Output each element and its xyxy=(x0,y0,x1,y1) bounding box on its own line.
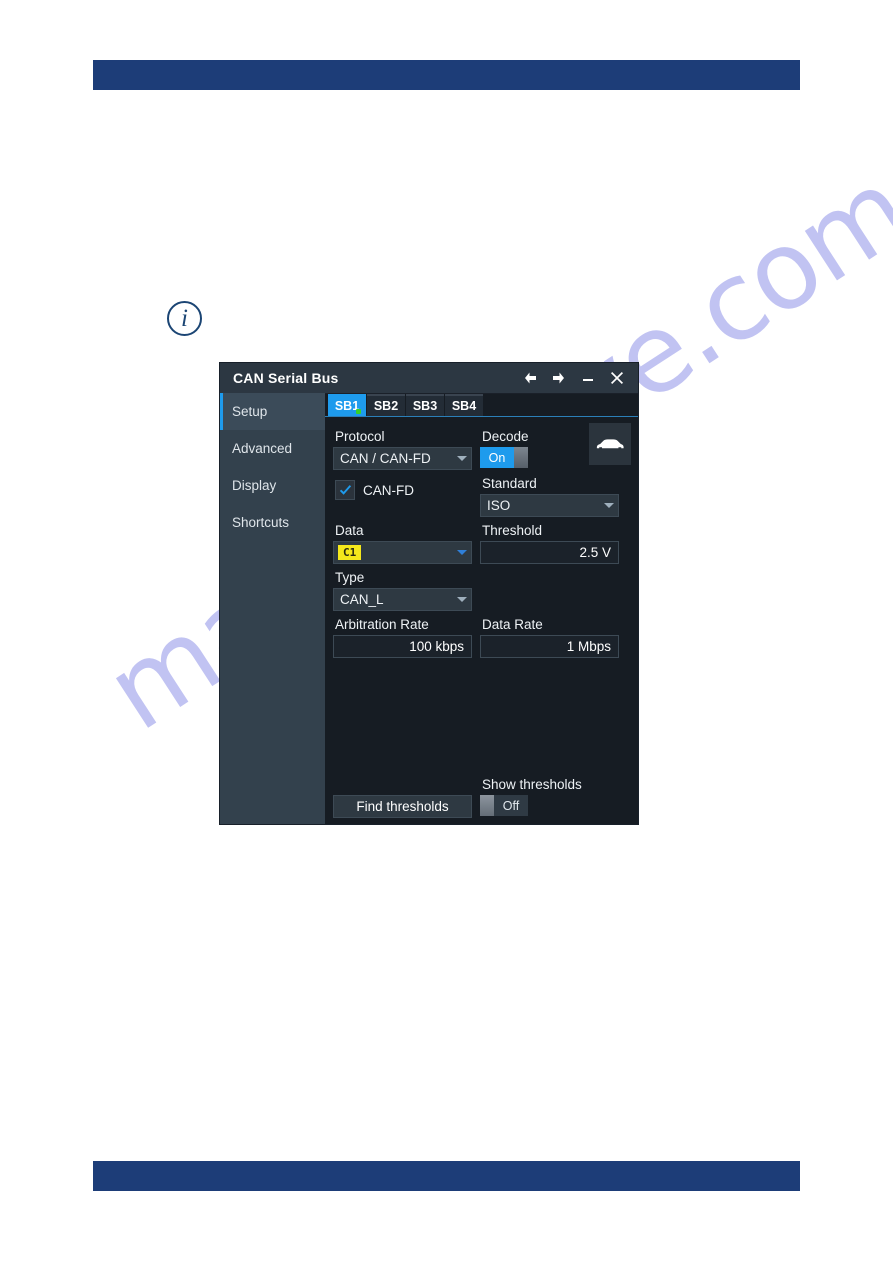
tab-status-dot xyxy=(356,409,361,414)
dialog-titlebar: CAN Serial Bus xyxy=(220,363,638,393)
arbitration-rate-value: 100 kbps xyxy=(409,639,464,654)
thresholds-actions: . Find thresholds Show thresholds Off xyxy=(329,771,634,818)
find-thresholds-button[interactable]: Find thresholds xyxy=(333,795,472,818)
row-thresholds: . Find thresholds Show thresholds Off xyxy=(329,771,634,818)
sidebar-item-shortcuts[interactable]: Shortcuts xyxy=(220,504,325,541)
field-can-fd: CAN-FD xyxy=(333,470,472,517)
show-thresholds-toggle[interactable]: Off xyxy=(480,795,528,816)
data-source-dropdown[interactable]: C1 xyxy=(333,541,472,564)
sidebar-item-label: Shortcuts xyxy=(232,515,290,530)
arbitration-rate-label: Arbitration Rate xyxy=(335,617,429,632)
car-icon xyxy=(596,439,624,449)
field-protocol: Protocol CAN / CAN-FD xyxy=(333,423,472,470)
standard-value: ISO xyxy=(487,498,511,513)
dialog-sidebar: Setup Advanced Display Shortcuts xyxy=(220,393,325,824)
field-data-rate: Data Rate 1 Mbps xyxy=(480,611,619,658)
close-icon[interactable] xyxy=(609,370,625,386)
show-thresholds-label: Show thresholds xyxy=(482,777,582,792)
protocol-label: Protocol xyxy=(335,429,385,444)
minimize-icon[interactable] xyxy=(580,370,596,386)
type-label: Type xyxy=(335,570,365,585)
protocol-dropdown[interactable]: CAN / CAN-FD xyxy=(333,447,472,470)
dialog-body: Setup Advanced Display Shortcuts SB1 SB2 xyxy=(220,393,638,824)
field-type: Type CAN_L xyxy=(333,564,472,611)
can-serial-bus-dialog: CAN Serial Bus Setup Advanced Display Sh… xyxy=(220,363,638,824)
data-label: Data xyxy=(335,523,364,538)
row-data-threshold: Data C1 Threshold 2.5 V xyxy=(329,517,634,564)
forward-arrow-icon[interactable] xyxy=(551,370,567,386)
sidebar-item-label: Setup xyxy=(232,404,268,419)
chevron-down-icon xyxy=(604,503,614,508)
bus-tabs: SB1 SB2 SB3 SB4 xyxy=(325,394,638,417)
page-header-bar xyxy=(93,60,800,90)
threshold-label: Threshold xyxy=(482,523,543,538)
tab-label: SB4 xyxy=(451,399,477,413)
chevron-down-icon xyxy=(457,550,467,555)
data-rate-value: 1 Mbps xyxy=(566,639,611,654)
row-canfd-standard: CAN-FD Standard ISO xyxy=(329,470,634,517)
chevron-down-icon xyxy=(457,456,467,461)
sidebar-item-label: Advanced xyxy=(232,441,293,456)
field-arbitration-rate: Arbitration Rate 100 kbps xyxy=(333,611,472,658)
field-show-thresholds: Show thresholds Off xyxy=(480,771,619,818)
field-standard: Standard ISO xyxy=(480,470,619,517)
threshold-input[interactable]: 2.5 V xyxy=(480,541,619,564)
standard-label: Standard xyxy=(482,476,537,491)
toggle-knob xyxy=(514,447,528,468)
sidebar-item-display[interactable]: Display xyxy=(220,467,325,504)
field-threshold: Threshold 2.5 V xyxy=(480,517,619,564)
tab-sb2[interactable]: SB2 xyxy=(367,394,405,416)
field-data: Data C1 xyxy=(333,517,472,564)
tab-label: SB3 xyxy=(412,399,438,413)
tab-sb4[interactable]: SB4 xyxy=(445,394,483,416)
threshold-value: 2.5 V xyxy=(579,545,611,560)
tab-sb1[interactable]: SB1 xyxy=(328,394,366,416)
data-rate-label: Data Rate xyxy=(482,617,543,632)
tab-label: SB2 xyxy=(373,399,399,413)
setup-panel: Protocol CAN / CAN-FD Decode On CAN-FD S… xyxy=(325,417,638,824)
tab-sb3[interactable]: SB3 xyxy=(406,394,444,416)
can-fd-checkbox[interactable] xyxy=(335,480,355,500)
protocol-value: CAN / CAN-FD xyxy=(340,451,431,466)
type-value: CAN_L xyxy=(340,592,384,607)
toggle-knob xyxy=(480,795,494,816)
can-fd-label: CAN-FD xyxy=(363,482,414,498)
data-rate-input[interactable]: 1 Mbps xyxy=(480,635,619,658)
row-rates: Arbitration Rate 100 kbps Data Rate 1 Mb… xyxy=(329,611,634,658)
row-type: Type CAN_L xyxy=(329,564,634,611)
info-icon: i xyxy=(167,301,202,336)
sidebar-item-setup[interactable]: Setup xyxy=(220,393,325,430)
can-fd-checkbox-row[interactable]: CAN-FD xyxy=(335,480,472,500)
dialog-content: SB1 SB2 SB3 SB4 Protocol CAN / CAN-FD De… xyxy=(325,393,638,824)
page-footer-bar xyxy=(93,1161,800,1191)
type-right-spacer xyxy=(480,564,619,611)
standard-dropdown[interactable]: ISO xyxy=(480,494,619,517)
sidebar-item-advanced[interactable]: Advanced xyxy=(220,430,325,467)
chevron-down-icon xyxy=(457,597,467,602)
back-arrow-icon[interactable] xyxy=(522,370,538,386)
type-dropdown[interactable]: CAN_L xyxy=(333,588,472,611)
find-thresholds-label: Find thresholds xyxy=(356,799,449,814)
checkmark-icon xyxy=(339,484,351,495)
decode-toggle-value: On xyxy=(480,447,514,468)
dialog-title: CAN Serial Bus xyxy=(233,370,339,386)
arbitration-rate-input[interactable]: 100 kbps xyxy=(333,635,472,658)
titlebar-actions xyxy=(522,370,628,386)
field-find-thresholds: . Find thresholds xyxy=(333,771,472,818)
car-icon-tile[interactable] xyxy=(589,423,631,465)
show-thresholds-value: Off xyxy=(494,795,528,816)
decode-toggle[interactable]: On xyxy=(480,447,528,468)
channel-badge: C1 xyxy=(338,545,362,560)
sidebar-item-label: Display xyxy=(232,478,277,493)
